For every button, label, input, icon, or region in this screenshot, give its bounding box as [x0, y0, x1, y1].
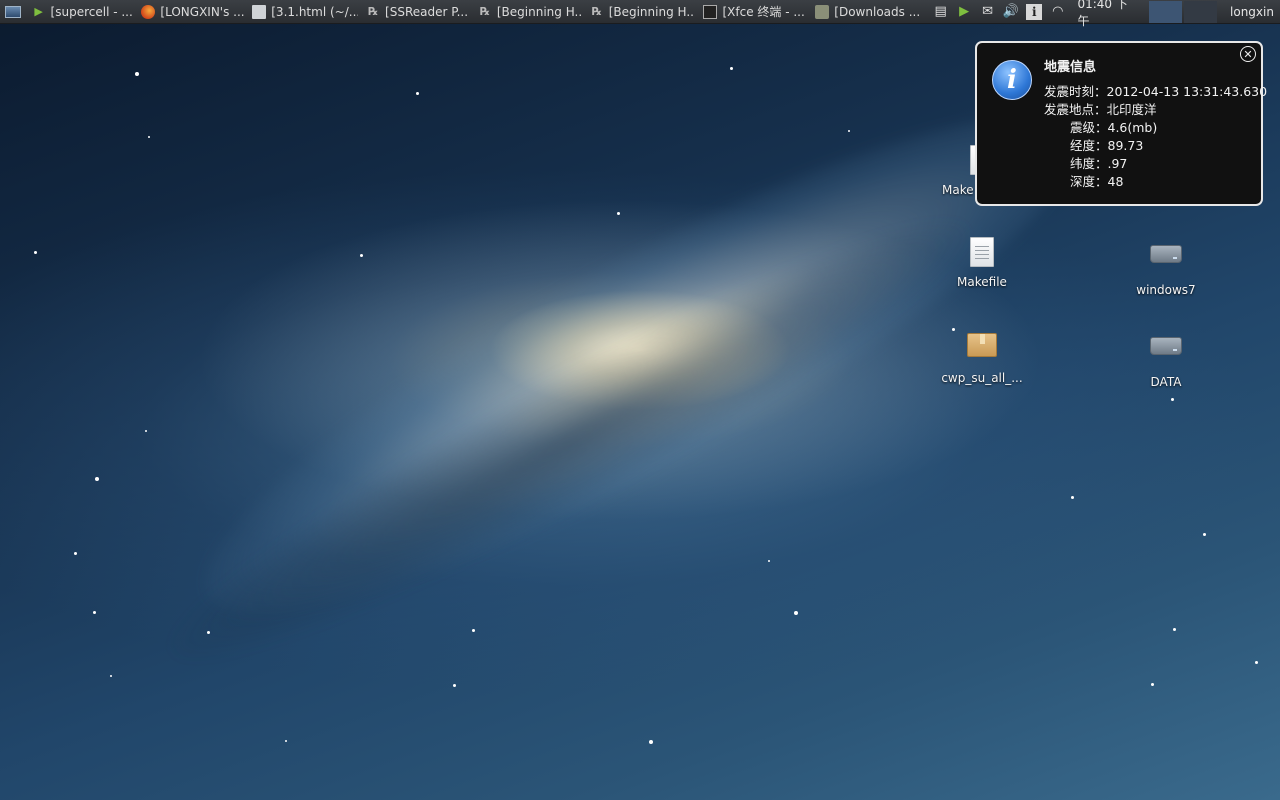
desktop-icon-label: Makefile — [957, 275, 1007, 289]
user-name[interactable]: longxin — [1230, 5, 1274, 19]
star — [617, 212, 620, 215]
desktop[interactable]: ▶ [supercell - ... [LONGXIN's ... [3.1.h… — [0, 0, 1280, 800]
task-label: [LONGXIN's ... — [160, 4, 245, 19]
file-icon — [966, 237, 998, 269]
ssreader-icon: ℞ — [591, 5, 602, 18]
desktop-menu-icon — [4, 5, 21, 18]
ssreader-icon: ℞ — [479, 5, 490, 18]
applications-menu-button[interactable] — [2, 3, 24, 21]
clipboard-icon[interactable]: ▤ — [931, 3, 950, 21]
terminal-icon: ▶ — [34, 5, 43, 18]
star — [360, 254, 363, 257]
taskbar-task-beginning-1[interactable]: ℞ [Beginning H... — [474, 1, 586, 23]
star — [1151, 683, 1154, 686]
wallpaper-dust-lane — [144, 175, 996, 705]
text-editor-icon — [252, 4, 267, 19]
desktop-icon-cwp-su[interactable]: cwp_su_all_... — [934, 329, 1030, 385]
notification-line-latitude: 纬度：.97 — [1070, 156, 1128, 171]
star — [95, 477, 99, 481]
task-label: [3.1.html (~/... — [271, 4, 359, 19]
ssreader-icon: ℞ — [368, 5, 378, 18]
drive-icon — [1150, 337, 1182, 369]
folder-icon — [815, 4, 830, 19]
taskbar-task-xfce-terminal[interactable]: [Xfce 终端 - ... — [699, 1, 811, 23]
notification-line-longitude: 经度：89.73 — [1070, 138, 1144, 153]
volume-icon[interactable]: 🔊 — [1001, 3, 1020, 21]
taskbar-task-longxin[interactable]: [LONGXIN's ... — [137, 1, 248, 23]
desktop-icon-label: DATA — [1150, 375, 1182, 389]
workspace-1[interactable] — [1149, 0, 1183, 23]
system-tray: ▤ ▶ ✉ 🔊 i ◠ 01:40 下午 longxin — [929, 0, 1280, 28]
xfce-terminal-icon — [703, 4, 718, 19]
star — [472, 629, 475, 632]
notification-line-location: 发震地点：北印度洋 — [1044, 102, 1157, 117]
star — [1255, 661, 1258, 664]
drive-icon — [1150, 245, 1182, 277]
star — [135, 72, 139, 76]
star — [1203, 533, 1206, 536]
clock[interactable]: 01:40 下午 — [1077, 0, 1138, 29]
task-label: [Xfce 终端 - ... — [722, 5, 805, 19]
wifi-icon[interactable]: ◠ — [1048, 3, 1067, 21]
taskbar-task-html-editor[interactable]: [3.1.html (~/... — [248, 1, 362, 23]
firefox-icon — [141, 4, 156, 19]
star — [74, 552, 77, 555]
star — [93, 611, 96, 614]
close-icon[interactable]: ✕ — [1240, 46, 1256, 62]
desktop-icon-label: cwp_su_all_... — [941, 371, 1023, 385]
star — [1171, 398, 1174, 401]
desktop-icon-data[interactable]: DATA — [1118, 329, 1214, 389]
star — [794, 611, 798, 615]
star — [1071, 496, 1074, 499]
desktop-icon-label: windows7 — [1136, 283, 1196, 297]
taskbar-task-downloads[interactable]: [Downloads ... — [811, 1, 929, 23]
task-label: [SSReader P... — [385, 4, 469, 19]
taskbar: ▶ [supercell - ... [LONGXIN's ... [3.1.h… — [0, 0, 1280, 28]
task-label: [Downloads ... — [834, 4, 921, 19]
notification-line-magnitude: 震级：4.6(mb) — [1070, 120, 1158, 135]
notification-line-time: 发震时刻：2012-04-13 13:31:43.630 — [1044, 84, 1268, 99]
earthquake-notification[interactable]: ✕ i 地震信息 发震时刻：2012-04-13 13:31:43.630 发震… — [975, 41, 1267, 206]
media-play-icon[interactable]: ▶ — [954, 3, 973, 21]
star — [453, 684, 456, 687]
star — [416, 92, 419, 95]
task-label: [Beginning H... — [496, 4, 582, 19]
task-label: [Beginning H... — [608, 4, 696, 19]
star — [145, 430, 147, 432]
task-label: [supercell - ... — [50, 4, 133, 19]
star — [34, 251, 37, 254]
star — [848, 130, 850, 132]
notification-line-depth: 深度：48 — [1070, 174, 1124, 189]
taskbar-task-ssreader[interactable]: ℞ [SSReader P... — [362, 1, 474, 23]
info-icon: i — [992, 60, 1032, 100]
notification-title: 地震信息 — [1044, 60, 1097, 75]
star — [768, 560, 770, 562]
star — [207, 631, 210, 634]
taskbar-task-supercell[interactable]: ▶ [supercell - ... — [28, 1, 138, 23]
workspace-2[interactable] — [1184, 0, 1218, 23]
archive-icon — [966, 333, 998, 365]
info-icon[interactable]: i — [1025, 3, 1044, 21]
star — [730, 67, 733, 70]
star — [110, 675, 112, 677]
mail-icon[interactable]: ✉ — [978, 3, 997, 21]
desktop-icon-windows7[interactable]: windows7 — [1118, 237, 1214, 297]
star — [148, 136, 150, 138]
taskbar-task-beginning-2[interactable]: ℞ [Beginning H... — [586, 1, 700, 23]
desktop-icon-makefile[interactable]: Makefile — [934, 237, 1030, 289]
star — [649, 740, 653, 744]
star — [285, 740, 287, 742]
star — [1173, 628, 1176, 631]
